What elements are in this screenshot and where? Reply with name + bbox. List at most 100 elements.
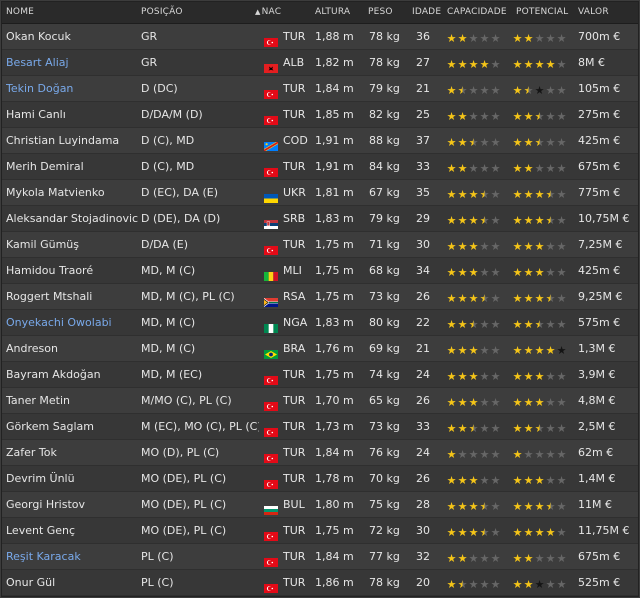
potential-rating: ★★★★★ <box>512 544 567 570</box>
table-row[interactable]: Kamil Gümüş D/DA (E) TUR 1,75 m 71 kg 30 ★★★★★… <box>2 232 638 258</box>
player-value: 11M € <box>578 498 612 511</box>
player-weight: 68 kg <box>369 264 400 277</box>
table-row[interactable]: Zafer Tok MO (D), PL (C) TUR 1,84 m 76 kg 24 ★… <box>2 440 638 466</box>
column-header-height[interactable]: ALTURA <box>315 2 350 23</box>
player-weight: 71 kg <box>369 238 400 251</box>
player-value: 700m € <box>578 30 621 43</box>
ability-rating: ★★★★★ <box>446 570 501 596</box>
player-name[interactable]: Roggert Mtshali <box>6 284 138 310</box>
column-header-nat-label: NAC <box>261 7 282 17</box>
column-header-value[interactable]: VALOR <box>578 2 609 23</box>
column-header-weight[interactable]: PESO <box>368 2 393 23</box>
table-row[interactable]: Onur Gül PL (C) TUR 1,86 m 78 kg 20 ★★★★★ ★★★★★… <box>2 570 638 596</box>
table-row[interactable]: Hami Canlı D/DA/M (D) TUR 1,85 m 82 kg 25 ★★★★… <box>2 102 638 128</box>
table-row[interactable]: Mykola Matvienko D (EC), DA (E) UKR 1,81 m 6… <box>2 180 638 206</box>
player-position: D (DC) <box>141 82 178 95</box>
table-row[interactable]: Georgi Hristov MO (DE), PL (C) BUL 1,80 m 75… <box>2 492 638 518</box>
table-row[interactable]: Aleksandar Stojadinovic D (DE), DA (D) SRB… <box>2 206 638 232</box>
flag-mli-icon <box>264 266 278 281</box>
player-name[interactable]: Zafer Tok <box>6 440 138 466</box>
player-age: 30 <box>416 524 430 537</box>
player-value: 7,25M € <box>578 238 623 251</box>
player-name[interactable]: Okan Kocuk <box>6 24 138 50</box>
table-row[interactable]: Taner Metin M/MO (C), PL (C) TUR 1,70 m 65 k… <box>2 388 638 414</box>
table-row[interactable]: Tekin Doğan D (DC) TUR 1,84 m 79 kg 21 ★★★★★ ★★… <box>2 76 638 102</box>
table-row[interactable]: Reşit Karacak PL (C) TUR 1,84 m 77 kg 32 ★★★★★… <box>2 544 638 570</box>
table-row[interactable]: Roggert Mtshali MD, M (C), PL (C) RSA 1,75 … <box>2 284 638 310</box>
player-nationality: ALB <box>283 56 305 69</box>
ability-rating: ★★★★★ <box>446 154 501 180</box>
table-row[interactable]: Onyekachi Owolabi MD, M (C) NGA 1,83 m 80 kg… <box>2 310 638 336</box>
player-name[interactable]: Kamil Gümüş <box>6 232 138 258</box>
player-weight: 78 kg <box>369 56 400 69</box>
table-row[interactable]: Andreson MD, M (C) BRA 1,76 m 69 kg 21 ★★★★★ ★★… <box>2 336 638 362</box>
potential-star-icon: ★ <box>534 578 545 591</box>
player-value: 4,8M € <box>578 394 616 407</box>
table-row[interactable]: Okan Kocuk GR TUR 1,88 m 78 kg 36 ★★★★★ ★★★★★ 70… <box>2 24 638 50</box>
player-name[interactable]: Onur Gül <box>6 570 138 596</box>
player-age: 29 <box>416 212 430 225</box>
player-name[interactable]: Görkem Saglam <box>6 414 138 440</box>
player-name[interactable]: Levent Genç <box>6 518 138 544</box>
column-header-name[interactable]: NOME <box>6 2 34 23</box>
player-name[interactable]: Andreson <box>6 336 138 362</box>
column-header-nationality[interactable]: ▲NAC <box>255 2 281 23</box>
player-name[interactable]: Aleksandar Stojadinovic <box>6 206 138 232</box>
player-name[interactable]: Reşit Karacak <box>6 544 138 570</box>
player-name[interactable]: Devrim Ünlü <box>6 466 138 492</box>
flag-tur-icon <box>264 448 278 463</box>
player-height: 1,81 m <box>315 186 354 199</box>
player-age: 26 <box>416 472 430 485</box>
player-name[interactable]: Onyekachi Owolabi <box>6 310 138 336</box>
flag-tur-icon <box>264 32 278 47</box>
column-header-position[interactable]: POSIÇÃO <box>141 2 183 23</box>
player-name[interactable]: Taner Metin <box>6 388 138 414</box>
player-nationality: BUL <box>283 498 305 511</box>
flag-tur-icon <box>264 422 278 437</box>
ability-rating: ★★★★★ <box>446 492 501 518</box>
player-age: 20 <box>416 576 430 589</box>
table-row[interactable]: Merih Demiral D (C), MD TUR 1,91 m 84 kg 33 ★★… <box>2 154 638 180</box>
player-height: 1,76 m <box>315 342 354 355</box>
ability-rating: ★★★★★ <box>446 544 501 570</box>
potential-rating: ★★★★★ <box>512 232 567 258</box>
column-header-age[interactable]: IDADE <box>412 2 441 23</box>
table-row[interactable]: Görkem Saglam M (EC), MO (C), PL (C) TUR 1,… <box>2 414 638 440</box>
player-height: 1,84 m <box>315 82 354 95</box>
player-name[interactable]: Christian Luyindama <box>6 128 138 154</box>
table-header: NOME POSIÇÃO ▲NAC ALTURA PESO IDADE CAPA… <box>2 2 638 24</box>
player-name[interactable]: Hami Canlı <box>6 102 138 128</box>
player-name[interactable]: Besart Aliaj <box>6 50 138 76</box>
ability-rating: ★★★★★ <box>446 24 501 50</box>
player-weight: 73 kg <box>369 290 400 303</box>
player-position: GR <box>141 30 158 43</box>
player-name[interactable]: Tekin Doğan <box>6 76 138 102</box>
column-header-potential[interactable]: POTENCIAL <box>516 2 568 23</box>
table-row[interactable]: Besart Aliaj GR ALB 1,82 m 78 kg 27 ★★★★★ ★★★★★… <box>2 50 638 76</box>
player-position: MD, M (C) <box>141 342 196 355</box>
player-nationality: TUR <box>283 524 306 537</box>
player-name[interactable]: Hamidou Traoré <box>6 258 138 284</box>
table-row[interactable]: Christian Luyindama D (C), MD COD 1,91 m 88 … <box>2 128 638 154</box>
ability-rating: ★★★★★ <box>446 440 501 466</box>
player-nationality: TUR <box>283 446 306 459</box>
player-value: 275m € <box>578 108 621 121</box>
table-row[interactable]: Levent Genç MO (DE), PL (C) TUR 1,75 m 72 kg… <box>2 518 638 544</box>
player-height: 1,70 m <box>315 394 354 407</box>
ability-rating: ★★★★★ <box>446 102 501 128</box>
potential-star-icon: ★ <box>545 578 556 591</box>
ability-rating: ★★★★★ <box>446 50 501 76</box>
player-weight: 73 kg <box>369 420 400 433</box>
player-name[interactable]: Georgi Hristov <box>6 492 138 518</box>
table-row[interactable]: Hamidou Traoré MD, M (C) MLI 1,75 m 68 kg 34 ★… <box>2 258 638 284</box>
player-name[interactable]: Mykola Matvienko <box>6 180 138 206</box>
table-row[interactable]: Bayram Akdoğan MD, M (EC) TUR 1,75 m 74 kg 24… <box>2 362 638 388</box>
table-row[interactable]: Devrim Ünlü MO (DE), PL (C) TUR 1,78 m 70 kg… <box>2 466 638 492</box>
player-value: 575m € <box>578 316 621 329</box>
player-position: PL (C) <box>141 550 174 563</box>
column-header-ability[interactable]: CAPACIDADE <box>447 2 507 23</box>
player-name[interactable]: Bayram Akdoğan <box>6 362 138 388</box>
player-name[interactable]: Merih Demiral <box>6 154 138 180</box>
player-nationality: TUR <box>283 160 306 173</box>
player-position: MD, M (C) <box>141 316 196 329</box>
